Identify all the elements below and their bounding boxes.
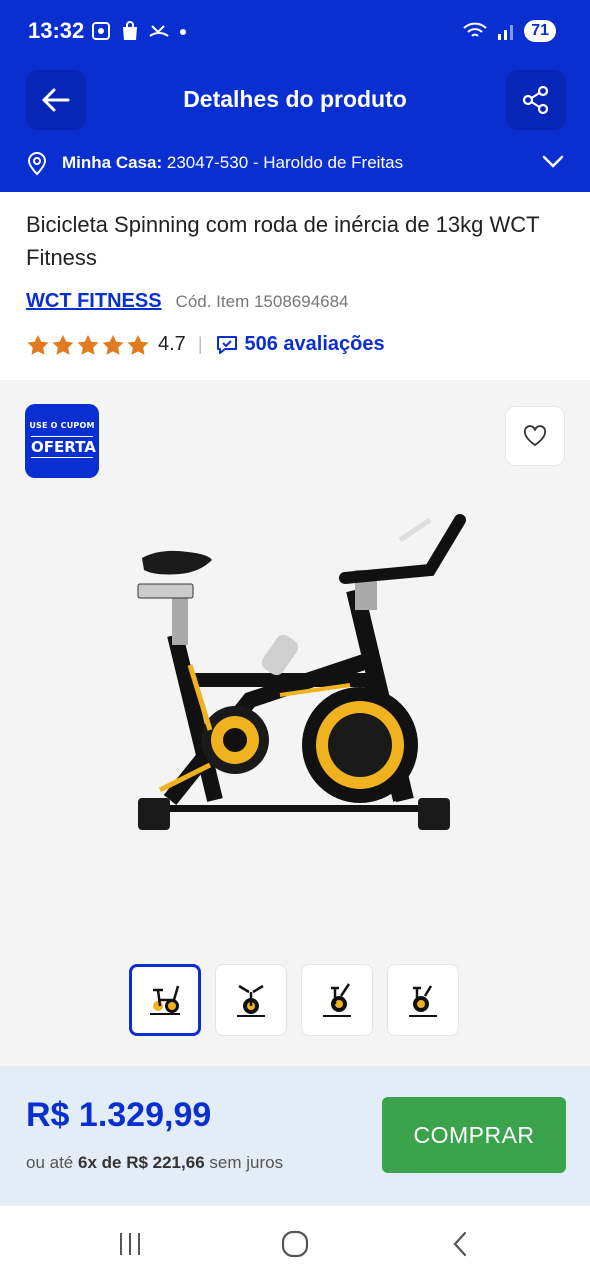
brand-row: WCT FITNESS Cód. Item 1508694684 <box>26 290 349 313</box>
app-header: Detalhes do produto <box>0 64 590 136</box>
delivery-address-selector[interactable]: Minha Casa: 23047-530 - Haroldo de Freit… <box>0 136 590 192</box>
system-nav-bar <box>0 1206 590 1280</box>
purchase-bar: R$ 1.329,99 ou até 6x de R$ 221,66 sem j… <box>0 1066 590 1206</box>
star-icon <box>52 334 74 355</box>
rating-divider: | <box>197 334 203 354</box>
coupon-caption: USE O CUPOM <box>29 421 95 430</box>
address-value: 23047-530 - Haroldo de Freitas <box>166 153 404 172</box>
status-system-icons: 71 <box>462 20 556 42</box>
coupon-badge: USE O CUPOM OFERTA <box>25 404 99 478</box>
home-button[interactable] <box>275 1228 315 1260</box>
star-icon <box>102 334 124 355</box>
brand-link[interactable]: WCT FITNESS <box>26 290 162 313</box>
buy-button[interactable]: COMPRAR <box>382 1097 566 1173</box>
installments-info: ou até 6x de R$ 221,66 sem juros <box>26 1153 283 1173</box>
product-price: R$ 1.329,99 <box>26 1096 212 1134</box>
installments-suffix: sem juros <box>209 1153 284 1172</box>
product-gallery: USE O CUPOM OFERTA <box>0 380 590 1066</box>
status-time: 13:32 <box>28 18 85 43</box>
item-code: Cód. Item 1508694684 <box>175 292 349 311</box>
shopping-bag-icon <box>123 21 137 40</box>
bike-thumbnail-icon <box>150 985 180 1015</box>
address-label: Minha Casa: <box>62 153 163 172</box>
notification-dot-icon <box>180 29 186 35</box>
address-text: Minha Casa: 23047-530 - Haroldo de Freit… <box>62 153 403 173</box>
home-circle-icon <box>281 1230 309 1258</box>
share-icon <box>522 85 549 115</box>
location-pin-icon <box>27 152 47 176</box>
wifi-icon <box>463 22 487 37</box>
share-button[interactable] <box>506 70 566 130</box>
comment-icon <box>216 335 237 354</box>
thumbnail-3[interactable] <box>301 964 373 1036</box>
screenshot-icon <box>92 22 110 40</box>
missed-call-icon <box>149 25 169 37</box>
thumbnail-1[interactable] <box>129 964 201 1036</box>
star-icon <box>27 334 49 355</box>
reviews-count: 506 avaliações <box>244 333 385 355</box>
battery-indicator: 71 <box>524 20 556 42</box>
favorite-button[interactable] <box>505 406 565 466</box>
status-notification-icons <box>90 20 188 42</box>
status-bar: 13:32 71 <box>0 0 590 64</box>
installments-prefix: ou até <box>26 1153 74 1172</box>
recent-apps-button[interactable] <box>110 1228 150 1260</box>
installments-value: 6x de R$ 221,66 <box>78 1153 205 1172</box>
bike-thumbnail-icon <box>237 984 265 1017</box>
rating-row: 4.7 | 506 avaliações <box>26 333 385 356</box>
star-icon <box>77 334 99 355</box>
recent-apps-icon <box>120 1233 140 1255</box>
heart-icon <box>523 425 547 446</box>
thumbnail-4[interactable] <box>387 964 459 1036</box>
coupon-code: OFERTA <box>31 436 96 458</box>
rating-value: 4.7 <box>158 333 186 355</box>
bike-thumbnail-icon <box>409 985 437 1017</box>
back-nav-button[interactable] <box>440 1228 480 1260</box>
rating-stars <box>26 334 150 356</box>
page-title: Detalhes do produto <box>183 86 407 112</box>
thumbnail-2[interactable] <box>215 964 287 1036</box>
star-half-icon <box>127 334 149 355</box>
chevron-down-icon <box>542 155 564 168</box>
chevron-left-icon <box>453 1231 467 1257</box>
bike-thumbnail-icon <box>323 983 351 1017</box>
product-main-image[interactable] <box>100 500 570 840</box>
thumbnail-strip <box>129 964 459 1036</box>
signal-icon <box>498 25 514 40</box>
product-title: Bicicleta Spinning com roda de inércia d… <box>26 212 540 270</box>
reviews-link[interactable]: 506 avaliações <box>215 333 385 356</box>
